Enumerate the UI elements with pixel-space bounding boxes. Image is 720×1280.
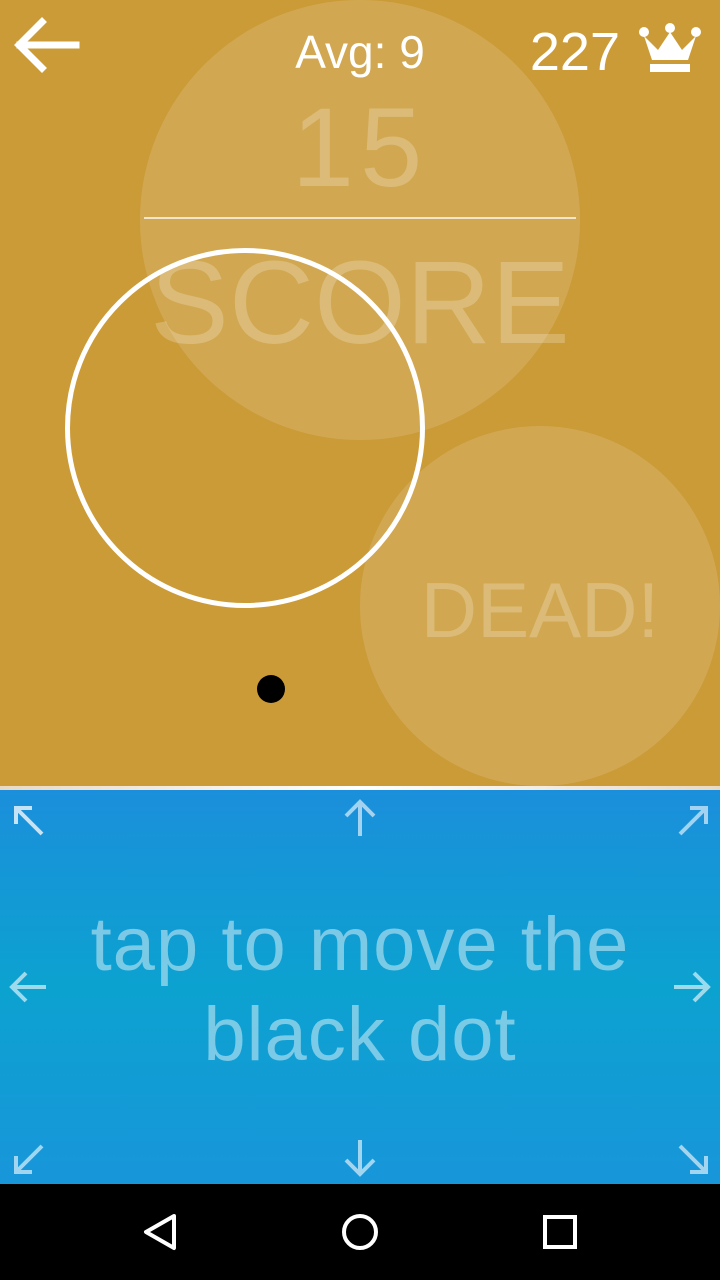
- home-circle-icon[interactable]: [336, 1208, 384, 1256]
- dead-label: DEAD!: [420, 566, 660, 654]
- arrow-up-left-icon[interactable]: [8, 800, 52, 844]
- arrow-left-control-icon[interactable]: [6, 965, 50, 1009]
- average-score: Avg: 9: [295, 26, 425, 78]
- arrow-up-right-icon[interactable]: [670, 800, 714, 844]
- hint-text: tap to move the black dot: [90, 902, 630, 1077]
- best-score: 227: [529, 22, 620, 82]
- arrow-left-icon: [14, 17, 80, 73]
- crown-icon: [639, 23, 701, 72]
- game-area: 15 SCORE DEAD! Avg: 9 227: [0, 0, 720, 786]
- current-score: 15: [291, 85, 429, 210]
- target-ring: [65, 248, 425, 608]
- black-dot: [257, 675, 285, 703]
- arrow-right-control-icon[interactable]: [670, 965, 714, 1009]
- arrow-down-left-icon[interactable]: [8, 1136, 52, 1180]
- arrow-down-right-icon[interactable]: [670, 1136, 714, 1180]
- top-bar: Avg: 9 227: [0, 0, 720, 100]
- arrow-down-icon[interactable]: [338, 1136, 382, 1180]
- recents-square-icon[interactable]: [536, 1208, 584, 1256]
- back-triangle-icon[interactable]: [136, 1208, 184, 1256]
- arrow-up-icon[interactable]: [338, 796, 382, 840]
- score-divider: [144, 217, 576, 219]
- system-nav-bar: [0, 1184, 720, 1280]
- back-button[interactable]: [10, 12, 82, 78]
- control-pad[interactable]: tap to move the black dot: [0, 790, 720, 1184]
